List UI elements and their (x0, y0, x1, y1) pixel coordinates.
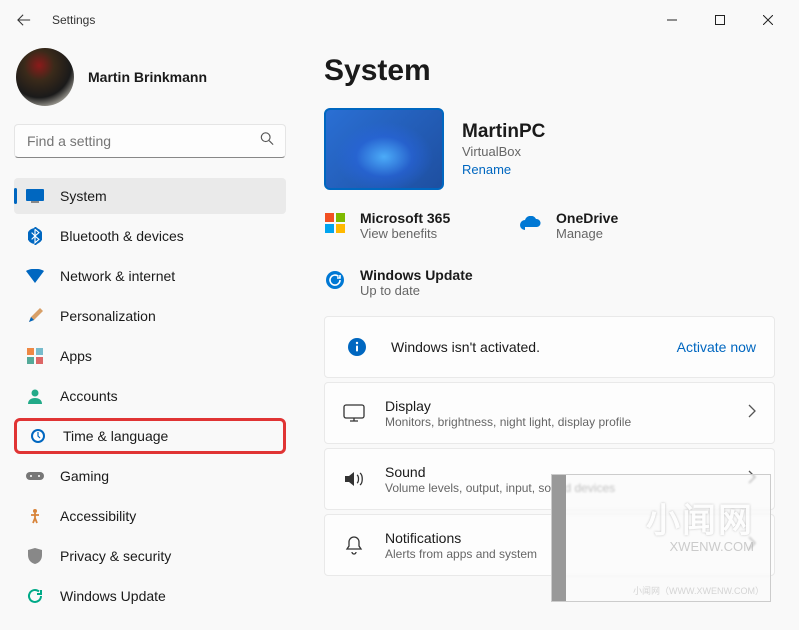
brush-icon (26, 307, 44, 325)
chevron-right-icon (748, 404, 756, 423)
system-icon (26, 187, 44, 205)
sidebar-item-label: Windows Update (60, 588, 166, 604)
activation-card[interactable]: Windows isn't activated. Activate now (324, 316, 775, 378)
service-sub: Up to date (360, 283, 473, 298)
device-name: MartinPC (462, 121, 545, 143)
shield-icon (26, 547, 44, 565)
close-button[interactable] (745, 5, 791, 35)
m365-icon (324, 212, 346, 234)
sidebar-item-label: System (60, 188, 107, 204)
apps-icon (26, 347, 44, 365)
sidebar-item-accessibility[interactable]: Accessibility (14, 498, 286, 534)
sidebar-item-label: Accessibility (60, 508, 136, 524)
search (14, 124, 286, 158)
service-windows-update[interactable]: Windows Update Up to date (324, 267, 544, 298)
globe-clock-icon (29, 427, 47, 445)
device-info-row: MartinPC VirtualBox Rename (324, 108, 775, 190)
search-icon (260, 132, 274, 151)
profile[interactable]: Martin Brinkmann (14, 48, 286, 106)
service-sub: Manage (556, 226, 618, 241)
service-sub: View benefits (360, 226, 450, 241)
onedrive-icon (520, 212, 542, 234)
watermark-foot: 小闻网（WWW.XWENW.COM） (570, 584, 764, 597)
page-title: System (324, 54, 775, 88)
info-icon (343, 336, 371, 358)
device-subtitle: VirtualBox (462, 144, 545, 159)
minimize-button[interactable] (649, 5, 695, 35)
sidebar-item-label: Time & language (63, 428, 168, 444)
bluetooth-icon (26, 227, 44, 245)
watermark-sub: XWENW.COM (670, 539, 755, 554)
update-status-icon (324, 269, 346, 291)
maximize-button[interactable] (697, 5, 743, 35)
sidebar-item-personalization[interactable]: Personalization (14, 298, 286, 334)
activation-text: Windows isn't activated. (391, 339, 657, 355)
update-icon (26, 587, 44, 605)
avatar (16, 48, 74, 106)
activate-link[interactable]: Activate now (677, 339, 756, 355)
service-microsoft365[interactable]: Microsoft 365 View benefits (324, 210, 494, 241)
card-title: Display (385, 398, 728, 414)
service-title: OneDrive (556, 210, 618, 226)
sidebar-item-label: Apps (60, 348, 92, 364)
sidebar-item-gaming[interactable]: Gaming (14, 458, 286, 494)
sidebar-item-time-language[interactable]: Time & language (14, 418, 286, 454)
sidebar-item-label: Gaming (60, 468, 109, 484)
service-onedrive[interactable]: OneDrive Manage (520, 210, 690, 241)
window-title: Settings (52, 13, 95, 27)
sidebar-item-system[interactable]: System (14, 178, 286, 214)
wifi-icon (26, 267, 44, 285)
gaming-icon (26, 467, 44, 485)
service-title: Microsoft 365 (360, 210, 450, 226)
service-title: Windows Update (360, 267, 473, 283)
sidebar-item-apps[interactable]: Apps (14, 338, 286, 374)
sound-icon (343, 468, 365, 490)
accessibility-icon (26, 507, 44, 525)
sidebar-item-bluetooth[interactable]: Bluetooth & devices (14, 218, 286, 254)
sidebar-nav: System Bluetooth & devices Network & int… (14, 178, 286, 614)
profile-name: Martin Brinkmann (88, 69, 207, 85)
sidebar-item-privacy[interactable]: Privacy & security (14, 538, 286, 574)
sidebar-item-windows-update[interactable]: Windows Update (14, 578, 286, 614)
person-icon (26, 387, 44, 405)
card-sub: Monitors, brightness, night light, displ… (385, 415, 728, 429)
device-image[interactable] (324, 108, 444, 190)
sidebar-item-label: Network & internet (60, 268, 175, 284)
search-input[interactable] (14, 124, 286, 158)
sidebar-item-label: Personalization (60, 308, 156, 324)
back-button[interactable] (8, 4, 40, 36)
sidebar-item-label: Accounts (60, 388, 118, 404)
sidebar-item-accounts[interactable]: Accounts (14, 378, 286, 414)
display-icon (343, 402, 365, 424)
rename-link[interactable]: Rename (462, 162, 545, 177)
watermark-overlay: 小闻网 XWENW.COM 小闻网（WWW.XWENW.COM） (551, 474, 771, 602)
card-display[interactable]: Display Monitors, brightness, night ligh… (324, 382, 775, 444)
sidebar-item-label: Bluetooth & devices (60, 228, 184, 244)
bell-icon (343, 534, 365, 556)
sidebar-item-network[interactable]: Network & internet (14, 258, 286, 294)
watermark-text: 小闻网 (646, 493, 754, 542)
sidebar-item-label: Privacy & security (60, 548, 171, 564)
